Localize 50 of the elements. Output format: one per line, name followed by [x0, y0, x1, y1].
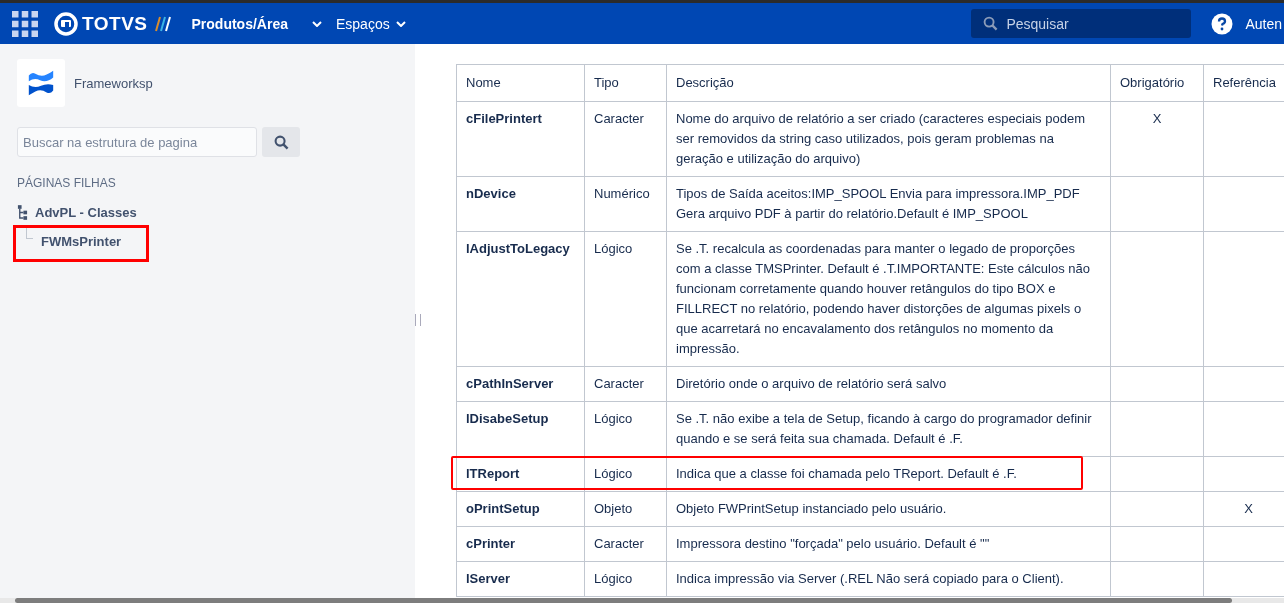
- table-cell: Objeto: [584, 491, 667, 527]
- tree-item[interactable]: FWMsPrinter: [13, 225, 149, 262]
- search-icon: [273, 134, 289, 150]
- table-cell: lDisabeSetup: [456, 401, 585, 457]
- table-cell: nDevice: [456, 176, 585, 232]
- table-cell: lAdjustToLegacy: [456, 231, 585, 367]
- column-header: Referência: [1203, 64, 1284, 102]
- table-cell: Indica que a classe foi chamada pelo TReport. Default é .F.: [666, 456, 1111, 492]
- app-grid-icon[interactable]: [12, 10, 38, 37]
- page-tree-icon: [17, 205, 28, 220]
- scrollbar-thumb[interactable]: [15, 598, 1232, 603]
- table-cell: Nome do arquivo de relatório a ser criado (caracteres especiais podem ser removidos da string caso utilizados, pois geram problemas na geração e utilização do arquivo): [666, 101, 1111, 177]
- chevron-down-icon[interactable]: [311, 20, 322, 27]
- nav-menu[interactable]: Produtos/Área: [191, 15, 294, 32]
- nav-menu[interactable]: Espaços: [335, 15, 396, 32]
- table-cell: Diretório onde o arquivo de relatório será salvo: [666, 366, 1111, 402]
- logo-icon: [54, 11, 78, 36]
- table-cell: Impressora destino "forçada" pelo usuário. Default é "": [666, 526, 1111, 562]
- table-cell: Lógico: [584, 456, 667, 492]
- search-field[interactable]: Buscar na estrutura de pagina: [17, 127, 257, 157]
- help-icon[interactable]: [1211, 12, 1234, 35]
- table-cell: cFilePrintert: [456, 101, 585, 177]
- space-name[interactable]: Frameworksp: [74, 75, 153, 91]
- table-cell: Caracter: [584, 101, 667, 177]
- chevron-down-icon[interactable]: [395, 20, 406, 27]
- table-cell: Indica impressão via Server (.REL Não será copiado para o Client).: [666, 561, 1111, 597]
- table-cell: Se .T. recalcula as coordenadas para manter o legado de proporções com a classe TMSPrinter. Default é .T.IMPORTANTE: Este cálculos não funcionam corretamente quando houver retângulos do tipo BOX e FILLRECT no relatório, podendo haver distorções de algumas pixels o que acarretará no encavalamento dos retângulos no momento da impressão.: [666, 231, 1111, 367]
- space-logo-icon: [17, 59, 65, 107]
- column-header: Nome: [456, 64, 585, 102]
- table-cell: Caracter: [584, 366, 667, 402]
- column-header: Tipo: [584, 64, 667, 102]
- column-header: Descrição: [666, 64, 1111, 102]
- table-cell: oPrintSetup: [456, 491, 585, 527]
- table-cell: Numérico: [584, 176, 667, 232]
- column-header: Obrigatório: [1110, 64, 1204, 102]
- table-cell: lServer: [456, 561, 585, 597]
- table-cell: Lógico: [584, 561, 667, 597]
- tree-item[interactable]: AdvPL - Classes: [35, 205, 137, 220]
- logo-text: TOTVS: [82, 12, 148, 35]
- table-cell: cPathInServer: [456, 366, 585, 402]
- table-cell: cPrinter: [456, 526, 585, 562]
- user-name[interactable]: Auten: [1245, 15, 1282, 32]
- table-cell: Objeto FWPrintSetup instanciado pelo usuário.: [666, 491, 1111, 527]
- table-cell: Caracter: [584, 526, 667, 562]
- search-button[interactable]: [262, 127, 300, 157]
- section-title: PÁGINAS FILHAS: [17, 176, 117, 190]
- table-cell: Tipos de Saída aceitos:IMP_SPOOL Envia para impressora.IMP_PDF Gera arquivo PDF à partir do relatório.Default é IMP_SPOOL: [666, 176, 1111, 232]
- table-cell: X: [1110, 101, 1204, 177]
- table-cell: Lógico: [584, 231, 667, 367]
- search-field[interactable]: Pesquisar: [971, 9, 1192, 38]
